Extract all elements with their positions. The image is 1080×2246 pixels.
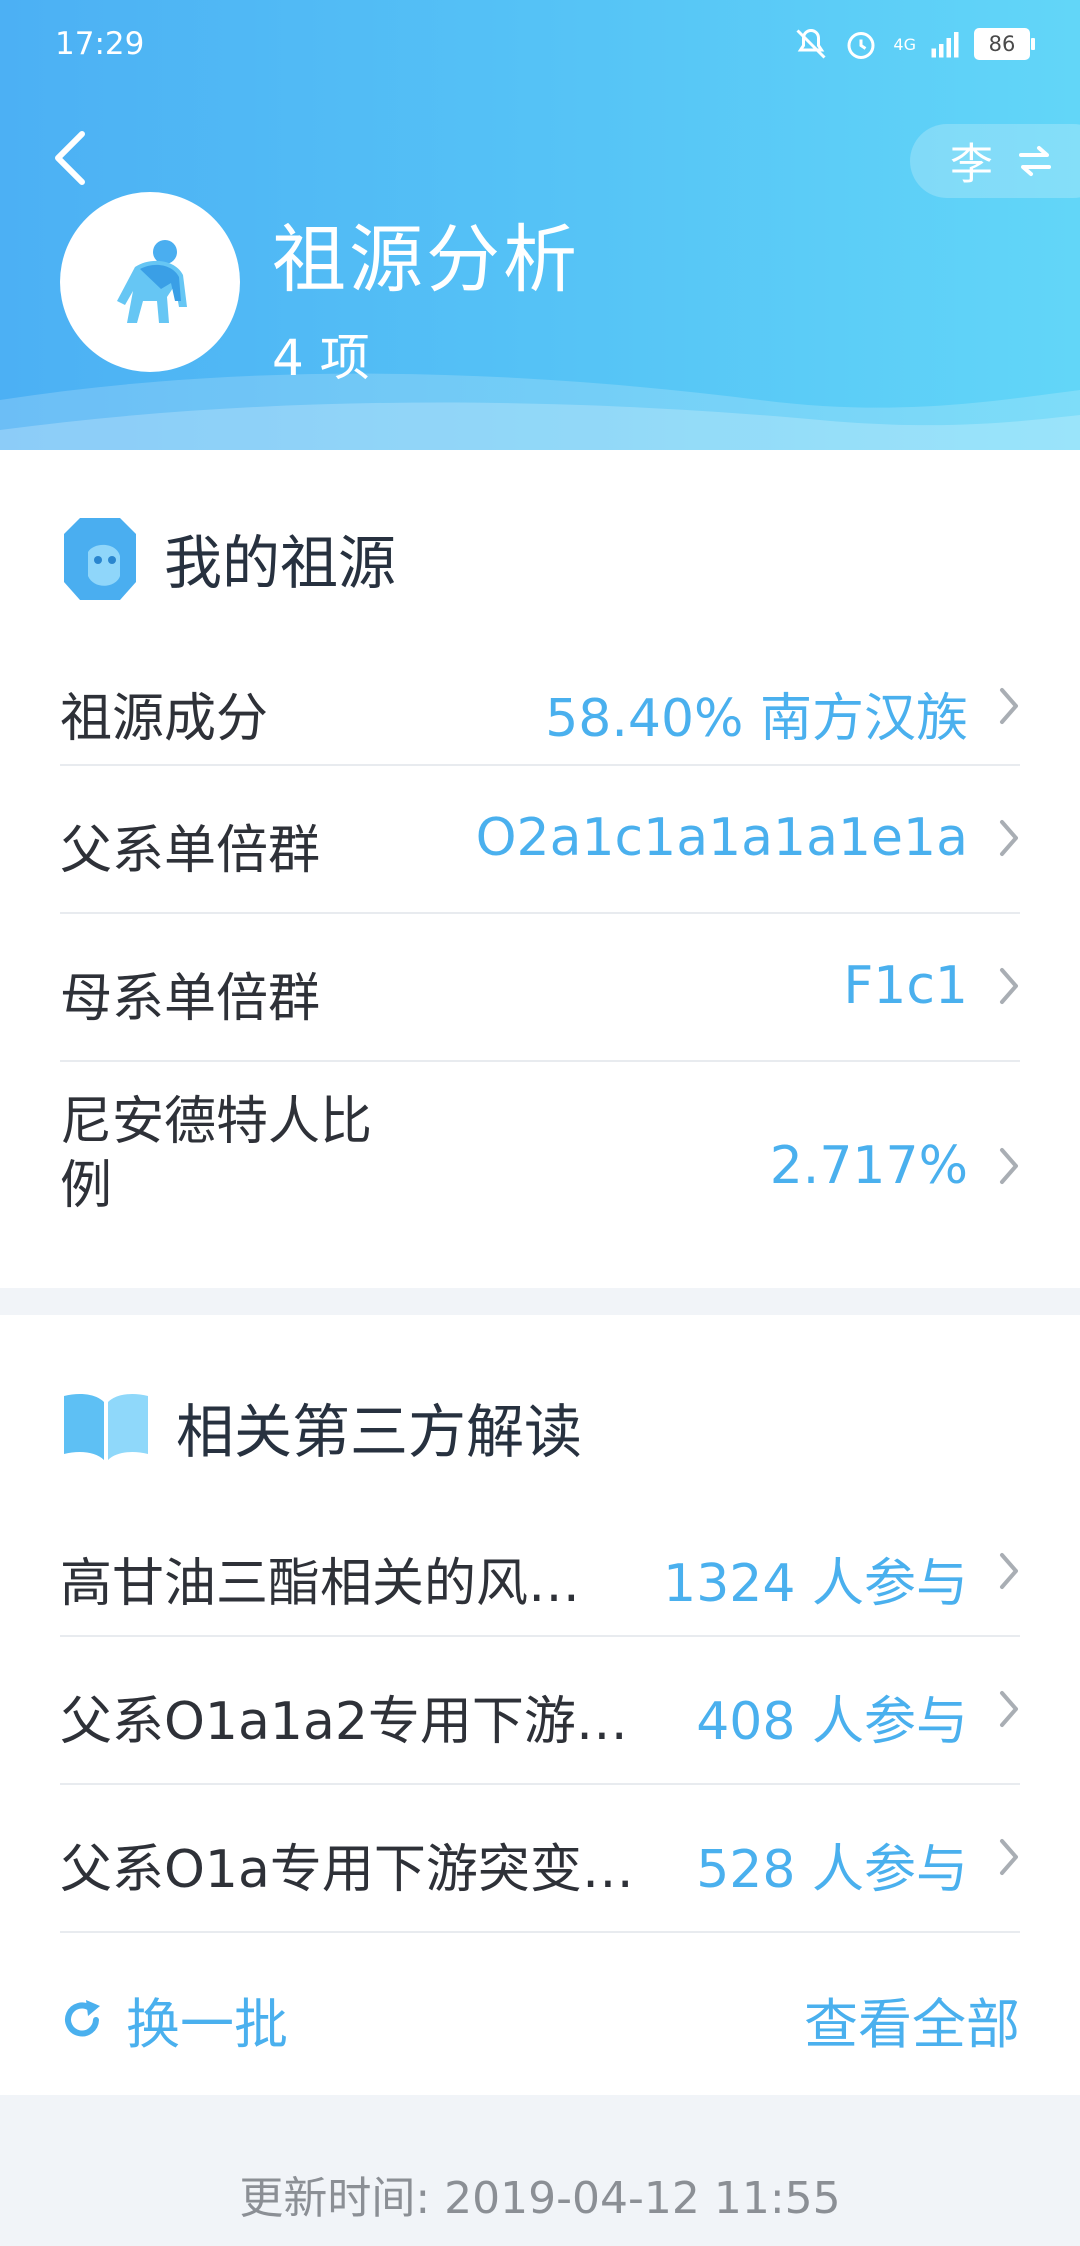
third-party-card: 相关第三方解读 高甘油三酯相关的风… 1324 人参与 父系O1a1a2专用下游… xyxy=(0,1315,1080,2095)
item-count: 4 项 xyxy=(272,329,370,387)
chevron-right-icon xyxy=(1000,1691,1018,1727)
section-title: 我的祖源 xyxy=(164,529,397,597)
refresh-label: 换一批 xyxy=(126,1993,288,2056)
battery-indicator: 86 xyxy=(974,28,1035,60)
ancestry-row-composition[interactable]: 祖源成分 58.40% 南方汉族 xyxy=(60,648,1020,766)
ancestry-avatar xyxy=(60,192,240,372)
row-label: 母系单倍群 xyxy=(60,969,321,1029)
profile-name: 李 xyxy=(950,140,993,190)
row-value: 408 人参与 xyxy=(696,1692,968,1752)
back-arrow-icon[interactable] xyxy=(50,128,90,188)
row-label: 父系单倍群 xyxy=(60,821,321,881)
row-label: 高甘油三酯相关的风… xyxy=(60,1554,581,1614)
ape-icon xyxy=(117,240,187,323)
row-label: 父系O1a1a2专用下游… xyxy=(60,1692,628,1752)
third-party-header: 相关第三方解读 xyxy=(60,1385,582,1469)
row-label: 祖源成分 xyxy=(60,689,269,749)
status-time: 17:29 xyxy=(55,26,145,62)
header: 17:29 4G 86 李 祖源分析 4 项 xyxy=(0,0,1080,450)
chevron-right-icon xyxy=(1000,688,1018,724)
row-value: 58.40% 南方汉族 xyxy=(545,689,968,749)
book-icon xyxy=(64,1394,148,1460)
mute-bell-icon xyxy=(796,28,826,59)
third-party-actions: 换一批 查看全部 xyxy=(60,1980,1020,2056)
ancestry-row-paternal[interactable]: 父系单倍群 O2a1c1a1a1a1e1a xyxy=(60,766,1020,914)
row-value: 1324 人参与 xyxy=(663,1554,968,1614)
row-value: 528 人参与 xyxy=(696,1840,968,1900)
row-label: 父系O1a专用下游突变… xyxy=(60,1840,634,1900)
third-party-row[interactable]: 父系O1a1a2专用下游… 408 人参与 xyxy=(60,1637,1020,1785)
status-icons: 4G 86 xyxy=(793,26,1035,62)
section-title: 相关第三方解读 xyxy=(176,1398,583,1466)
ancestry-row-neanderthal[interactable]: 尼安德特人比例 2.717% xyxy=(60,1062,1020,1262)
my-ancestry-header: 我的祖源 xyxy=(60,512,396,604)
third-party-row[interactable]: 高甘油三酯相关的风… 1324 人参与 xyxy=(60,1505,1020,1637)
row-value: 2.717% xyxy=(769,1136,968,1196)
header-wave-decoration xyxy=(0,373,1080,450)
third-party-row[interactable]: 父系O1a专用下游突变… 528 人参与 xyxy=(60,1785,1020,1933)
ancestor-face-icon xyxy=(64,518,136,600)
switch-profile-button[interactable]: 李 xyxy=(910,124,1080,198)
refresh-icon xyxy=(65,1999,100,2036)
chevron-right-icon xyxy=(1000,1839,1018,1875)
network-type: 4G xyxy=(893,34,916,54)
signal-icon xyxy=(931,32,959,58)
chevron-right-icon xyxy=(1000,820,1018,856)
chevron-right-icon xyxy=(1000,1148,1018,1184)
my-ancestry-card: 我的祖源 祖源成分 58.40% 南方汉族 父系单倍群 O2a1c1a1a1a1… xyxy=(0,450,1080,1288)
swap-arrows-icon xyxy=(1019,146,1051,176)
alarm-icon xyxy=(847,32,875,59)
view-all-link[interactable]: 查看全部 xyxy=(804,1980,1020,2059)
refresh-button[interactable]: 换一批 xyxy=(60,1980,288,2059)
row-label: 尼安德特人比例 xyxy=(60,1092,373,1216)
chevron-right-icon xyxy=(1000,1553,1018,1589)
ancestry-row-maternal[interactable]: 母系单倍群 F1c1 xyxy=(60,914,1020,1062)
update-time: 更新时间: 2019-04-12 11:55 xyxy=(239,2173,841,2224)
page-title: 祖源分析 xyxy=(272,217,580,303)
row-value: F1c1 xyxy=(843,956,968,1016)
chevron-right-icon xyxy=(1000,968,1018,1004)
status-bar: 17:29 4G 86 xyxy=(55,26,1035,66)
row-value: O2a1c1a1a1a1e1a xyxy=(475,808,968,868)
